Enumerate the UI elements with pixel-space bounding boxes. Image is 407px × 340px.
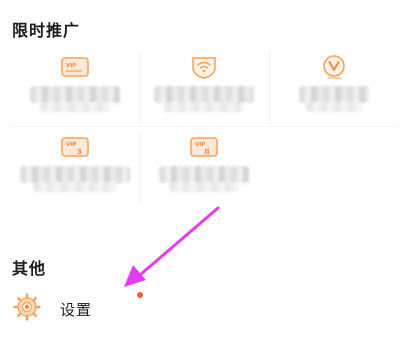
- svg-text:VIP: VIP: [66, 63, 76, 69]
- section-title-other: 其他: [12, 259, 47, 278]
- promo-item-vip[interactable]: VIP: [10, 48, 139, 128]
- blurred-label: [298, 86, 369, 103]
- blurred-label: [153, 86, 254, 103]
- blurred-label: [158, 166, 249, 183]
- svg-text:VIP: VIP: [66, 142, 76, 148]
- promo-item-vip-3[interactable]: VIP 3: [10, 128, 139, 208]
- section-title-promo: 限时推广: [12, 21, 81, 40]
- blurred-label: [168, 182, 239, 192]
- blurred-label: [32, 182, 117, 192]
- promo-item-wifi[interactable]: [139, 48, 268, 128]
- blurred-label: [29, 86, 120, 103]
- gear-icon: [13, 293, 41, 321]
- blurred-label: [163, 102, 244, 112]
- vip-card-icon: VIP: [60, 57, 89, 77]
- v-badge-icon: [322, 55, 345, 79]
- blurred-label: [39, 102, 110, 112]
- wifi-shield-icon: [191, 57, 216, 79]
- notification-dot: [137, 292, 143, 298]
- vip-card-3-icon: VIP 3: [60, 137, 89, 157]
- promo-grid: VIP VIP 3 VIP 月: [10, 48, 398, 208]
- page: 限时推广 VIP VIP 3 VIP 月 其他 设置: [0, 0, 407, 340]
- promo-item-vip-month[interactable]: VIP 月: [139, 128, 268, 208]
- blurred-label: [19, 166, 130, 183]
- settings-item[interactable]: 设置: [12, 292, 172, 324]
- svg-text:月: 月: [203, 148, 210, 156]
- promo-item-v[interactable]: [269, 48, 398, 128]
- svg-text:3: 3: [77, 148, 82, 156]
- settings-label: 设置: [60, 301, 93, 319]
- blurred-label: [305, 102, 362, 112]
- vip-card-month-icon: VIP 月: [189, 137, 218, 157]
- svg-text:VIP: VIP: [195, 142, 205, 148]
